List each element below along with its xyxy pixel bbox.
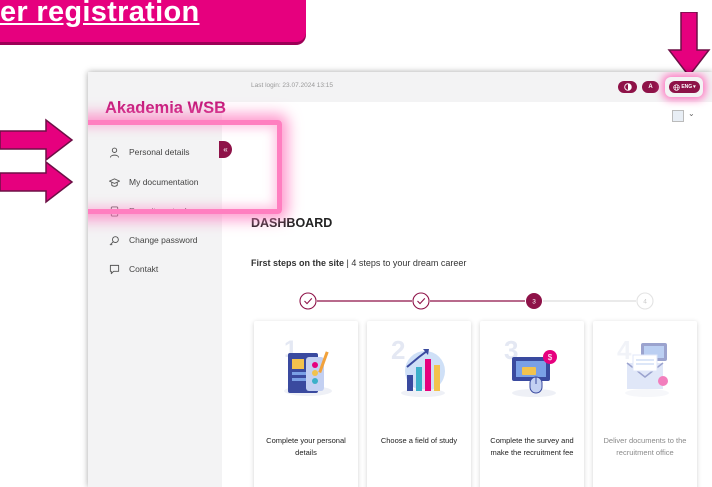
registration-banner: er registration	[0, 0, 306, 42]
personal-details-illustration: 1	[284, 337, 332, 396]
language-label: ENG	[681, 84, 693, 90]
arrow-right-icon	[0, 160, 74, 204]
sidebar-item-change-password[interactable]: Change password	[107, 232, 198, 248]
sidebar-item-label: Contakt	[129, 264, 159, 274]
documents-illustration: 4	[617, 337, 669, 397]
step-3-current: 3	[526, 293, 542, 309]
step-4-upcoming: 4	[636, 292, 654, 310]
step-card-survey-and-fee[interactable]: 3 $ Complete the survey and make the rec…	[480, 321, 584, 487]
font-size-button[interactable]: A	[642, 81, 659, 93]
arrow-down-icon	[667, 12, 711, 78]
key-icon	[107, 233, 121, 247]
svg-text:$: $	[548, 353, 553, 362]
contrast-icon	[623, 83, 632, 91]
field-of-study-illustration: 2	[391, 337, 445, 397]
chevron-down-icon[interactable]: ⌄	[688, 109, 695, 118]
sidebar-item-contakt[interactable]: Contakt	[107, 261, 158, 277]
avatar[interactable]	[672, 110, 684, 122]
menu-highlight-box	[88, 120, 282, 214]
contrast-toggle-button[interactable]	[618, 81, 637, 93]
step-card-deliver-documents[interactable]: 4 Deliver documents to the recruitment o…	[593, 321, 697, 487]
card-label: Choose a field of study	[380, 436, 458, 445]
card-label: Deliver documents to the recruitment off…	[603, 436, 687, 457]
chevron-down-icon: ▾	[693, 84, 696, 90]
svg-text:2: 2	[391, 337, 405, 365]
steps-heading-strong: First steps on the site	[251, 258, 345, 268]
survey-payment-illustration: 3 $	[504, 337, 557, 397]
steps-heading-sub: | 4 steps to your dream career	[344, 258, 467, 268]
step-number: 3	[532, 299, 536, 306]
card-label: Complete the survey and make the recruit…	[490, 436, 574, 457]
steps-heading: First steps on the site | 4 steps to you…	[251, 258, 466, 268]
step-card-personal-details[interactable]: 1 Complete your personal details	[254, 321, 358, 487]
page-title: DASHBOARD	[251, 216, 333, 230]
sidebar-item-label: Change password	[129, 235, 198, 245]
app-window: Akademia WSB Personal details My documen…	[88, 72, 712, 487]
step-1-done	[299, 292, 317, 310]
language-select[interactable]: ENG ▾	[669, 81, 700, 93]
globe-icon	[673, 83, 680, 91]
step-card-field-of-study[interactable]: 2 Choose a field of study	[367, 321, 471, 487]
app-logo[interactable]: Akademia WSB	[105, 99, 226, 118]
step-number: 4	[643, 299, 647, 306]
arrow-right-icon	[0, 118, 74, 162]
svg-text:4: 4	[617, 337, 632, 365]
step-2-done	[412, 292, 430, 310]
banner-title: er registration	[0, 0, 200, 28]
last-login-info: Last login: 23.07.2024 13:15	[251, 82, 334, 89]
card-label: Complete your personal details	[266, 436, 346, 457]
chat-icon	[107, 262, 121, 276]
